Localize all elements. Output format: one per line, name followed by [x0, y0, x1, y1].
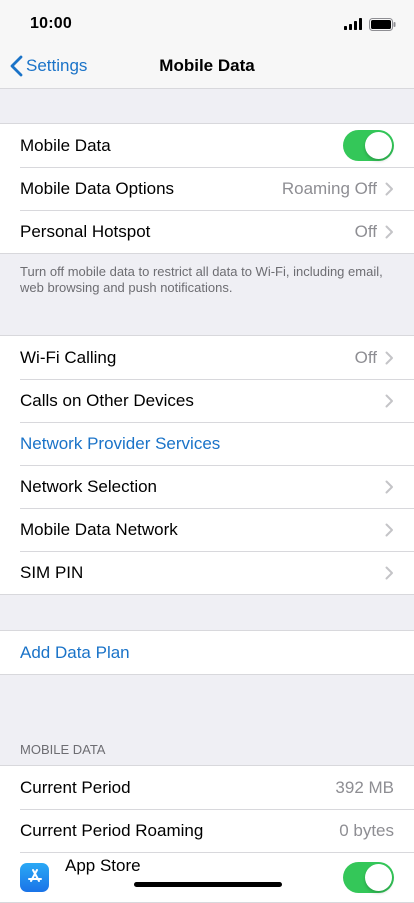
app-store-glyph-icon	[27, 869, 42, 882]
current-period-value: 392 MB	[335, 777, 394, 797]
calling-network-group: Wi-Fi Calling Off Calls on Other Devices…	[0, 335, 414, 595]
toggle-knob	[365, 132, 392, 159]
wifi-calling-row[interactable]: Wi-Fi Calling Off	[0, 336, 414, 379]
network-provider-services-row[interactable]: Network Provider Services	[0, 422, 414, 465]
mobile-data-row: Mobile Data	[0, 124, 414, 167]
current-period-label: Current Period	[20, 777, 131, 797]
toggle-knob	[365, 863, 392, 891]
battery-icon	[369, 17, 396, 31]
chevron-right-icon	[385, 351, 393, 364]
network-provider-services-link[interactable]: Network Provider Services	[20, 434, 394, 454]
calls-other-devices-row[interactable]: Calls on Other Devices	[0, 379, 414, 422]
mobile-data-options-row[interactable]: Mobile Data Options Roaming Off	[0, 167, 414, 210]
chevron-right-icon	[385, 225, 393, 238]
current-period-roaming-value: 0 bytes	[339, 820, 394, 840]
app-store-row: App Store	[0, 852, 414, 902]
mobile-data-group: Mobile Data Mobile Data Options Roaming …	[0, 123, 414, 254]
app-store-icon	[20, 862, 49, 892]
status-time: 10:00	[30, 15, 72, 32]
sim-pin-row[interactable]: SIM PIN	[0, 551, 414, 594]
mobile-data-network-row[interactable]: Mobile Data Network	[0, 508, 414, 551]
back-button-label: Settings	[26, 56, 88, 75]
personal-hotspot-label: Personal Hotspot	[20, 221, 151, 241]
calls-other-devices-label: Calls on Other Devices	[20, 390, 194, 410]
mobile-data-options-value: Roaming Off	[281, 178, 377, 198]
wifi-calling-label: Wi-Fi Calling	[20, 347, 117, 367]
chevron-right-icon	[385, 523, 393, 536]
sim-pin-label: SIM PIN	[20, 562, 84, 582]
current-period-roaming-row: Current Period Roaming 0 bytes	[0, 809, 414, 852]
add-data-plan-row[interactable]: Add Data Plan	[0, 631, 414, 674]
add-data-plan-link[interactable]: Add Data Plan	[20, 643, 394, 663]
chevron-right-icon	[385, 566, 393, 579]
network-selection-row[interactable]: Network Selection	[0, 465, 414, 508]
home-indicator[interactable]	[134, 882, 282, 887]
chevron-right-icon	[385, 480, 393, 493]
app-store-label: App Store	[65, 856, 141, 875]
current-period-roaming-label: Current Period Roaming	[20, 820, 204, 840]
data-plan-group: Add Data Plan	[0, 630, 414, 675]
current-period-row: Current Period 392 MB	[0, 766, 414, 809]
network-selection-label: Network Selection	[20, 476, 158, 496]
chevron-right-icon	[385, 394, 393, 407]
app-store-toggle[interactable]	[343, 861, 394, 893]
usage-section-header: MOBILE DATA	[20, 742, 106, 757]
chevron-right-icon	[385, 182, 393, 195]
personal-hotspot-row[interactable]: Personal Hotspot Off	[0, 210, 414, 253]
wifi-calling-value: Off	[354, 347, 377, 367]
mobile-data-toggle[interactable]	[343, 130, 394, 161]
mobile-data-label: Mobile Data	[20, 135, 111, 155]
chevron-left-icon	[10, 55, 23, 77]
personal-hotspot-value: Off	[354, 221, 377, 241]
status-icons	[344, 15, 396, 33]
back-button[interactable]: Settings	[10, 44, 87, 88]
settings-content: Mobile Data Mobile Data Options Roaming …	[0, 89, 414, 903]
status-bar: 10:00	[0, 0, 414, 44]
cellular-signal-icon	[344, 18, 362, 30]
mobile-data-options-label: Mobile Data Options	[20, 178, 175, 198]
navigation-bar: Settings Mobile Data	[0, 44, 414, 89]
mobile-data-footer: Turn off mobile data to restrict all dat…	[20, 264, 383, 295]
mobile-data-network-label: Mobile Data Network	[20, 519, 178, 539]
